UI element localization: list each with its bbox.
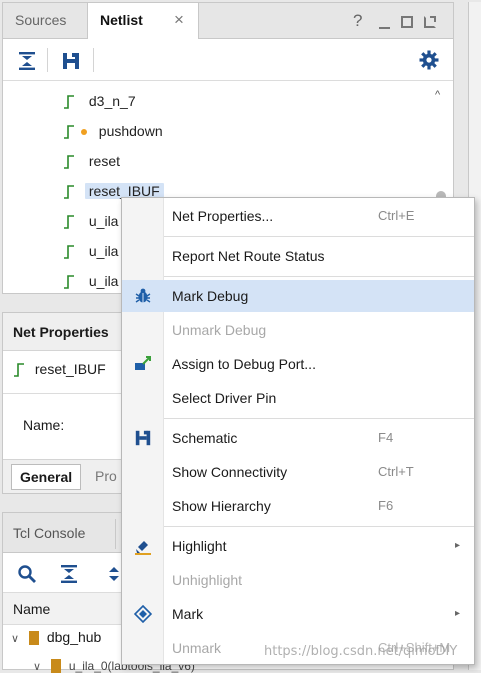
column-header-name[interactable]: Name <box>13 601 50 617</box>
net-icon <box>64 155 74 170</box>
menu-item-shortcut: F6 <box>378 498 394 513</box>
chevron-down-icon[interactable]: ∨ <box>11 633 19 645</box>
net-properties-title: Net Properties <box>13 324 109 340</box>
minimize-icon[interactable] <box>379 27 390 29</box>
dot-marker-icon <box>80 129 87 136</box>
tab-netlist[interactable]: Netlist × <box>87 3 199 39</box>
tab-properties[interactable]: Pro <box>95 468 117 484</box>
netlist-tabbar: Sources Netlist × ? <box>3 3 453 39</box>
menu-separator <box>164 418 474 419</box>
tcl-row-label: dbg_hub <box>46 629 102 645</box>
mark-icon <box>134 605 152 623</box>
menu-item-label: Unhighlight <box>172 572 243 588</box>
tree-row-label: d3_n_7 <box>88 93 136 109</box>
menu-separator <box>164 276 474 277</box>
menu-separator <box>164 526 474 527</box>
close-icon[interactable]: × <box>174 3 184 37</box>
menu-item-highlight[interactable]: Highlight ▸ <box>122 530 474 562</box>
menu-item-label: Highlight <box>172 538 227 554</box>
tree-row-reset[interactable]: reset <box>63 147 120 175</box>
toolbar-divider <box>47 48 48 72</box>
submenu-arrow-icon: ▸ <box>454 608 460 619</box>
menu-item-label: Show Hierarchy <box>172 498 271 514</box>
net-properties-net: reset_IBUF <box>13 361 106 378</box>
expand-all-icon[interactable] <box>107 564 121 584</box>
menu-item-label: Mark <box>172 606 204 622</box>
gear-icon[interactable] <box>419 50 439 70</box>
tree-row-label: u_ila <box>88 213 119 229</box>
menu-item-shortcut: Ctrl+E <box>378 208 415 223</box>
chevron-down-icon[interactable]: ∨ <box>33 661 41 673</box>
netlist-toolbar <box>3 39 453 81</box>
net-icon <box>64 185 74 200</box>
tree-row-u_ila[interactable]: u_ila <box>63 267 118 295</box>
schematic-icon <box>135 430 151 446</box>
context-menu: Net Properties... Ctrl+E Report Net Rout… <box>121 197 475 665</box>
tab-sources[interactable]: Sources <box>3 3 78 37</box>
net-icon <box>64 95 74 110</box>
collapse-all-icon[interactable] <box>59 564 79 584</box>
menu-item-label: Mark Debug <box>172 288 249 304</box>
highlight-icon <box>135 541 151 555</box>
tab-tcl-console[interactable]: Tcl Console <box>13 525 85 541</box>
menu-item-schematic[interactable]: Schematic F4 <box>122 422 474 454</box>
bug-icon <box>135 288 151 303</box>
menu-item-report-net-route-status[interactable]: Report Net Route Status <box>122 240 474 272</box>
name-field-label: Name: <box>23 417 65 433</box>
hierarchy-icon <box>28 631 39 646</box>
menu-item-label: Report Net Route Status <box>172 248 325 264</box>
submenu-arrow-icon: ▸ <box>454 540 460 551</box>
net-properties-net-name: reset_IBUF <box>34 361 106 377</box>
menu-item-mark[interactable]: Mark ▸ <box>122 598 474 630</box>
tree-row-label: u_ila <box>88 243 119 259</box>
float-icon-corner <box>430 16 436 22</box>
menu-item-shortcut: F4 <box>378 430 394 445</box>
menu-item-unmark-debug[interactable]: Unmark Debug <box>122 314 474 346</box>
net-icon <box>64 245 74 260</box>
tree-row-label: u_ila <box>88 273 119 289</box>
tcl-row[interactable]: ∨ dbg_hub <box>11 629 101 653</box>
tree-row-label: pushdown <box>98 123 163 139</box>
menu-item-label: Show Connectivity <box>172 464 288 480</box>
assign-debug-port-icon <box>135 356 151 370</box>
tree-row-u_ila[interactable]: u_ila <box>63 207 118 235</box>
tree-row-u_ila[interactable]: u_ila <box>63 237 118 265</box>
net-icon <box>64 215 74 230</box>
scroll-up-arrow[interactable]: ^ <box>435 89 440 101</box>
menu-item-mark-debug[interactable]: Mark Debug <box>122 280 474 312</box>
hierarchy-icon <box>50 659 61 673</box>
maximize-icon[interactable] <box>401 16 413 28</box>
net-icon <box>64 125 74 140</box>
toolbar-divider <box>93 48 94 72</box>
menu-item-select-driver-pin[interactable]: Select Driver Pin <box>122 382 474 414</box>
menu-item-label: Select Driver Pin <box>172 390 277 406</box>
tree-row-label: reset <box>88 153 121 169</box>
menu-item-shortcut: Ctrl+T <box>378 464 414 479</box>
schematic-icon[interactable] <box>61 51 81 71</box>
tab-divider <box>115 519 116 549</box>
menu-item-label: Net Properties... <box>172 208 274 224</box>
menu-item-label: Schematic <box>172 430 238 446</box>
net-icon <box>14 363 24 378</box>
search-icon[interactable] <box>17 564 37 584</box>
menu-item-show-connectivity[interactable]: Show Connectivity Ctrl+T <box>122 456 474 488</box>
menu-item-label: Unmark <box>172 640 222 656</box>
collapse-all-icon[interactable] <box>17 51 37 71</box>
menu-item-net-properties[interactable]: Net Properties... Ctrl+E <box>122 200 474 232</box>
menu-item-label: Assign to Debug Port... <box>172 356 316 372</box>
tree-row-pushdown[interactable]: pushdown <box>63 117 163 145</box>
menu-item-unhighlight[interactable]: Unhighlight <box>122 564 474 596</box>
menu-item-assign-to-debug-port[interactable]: Assign to Debug Port... <box>122 348 474 380</box>
tree-row-d3_n_7[interactable]: d3_n_7 <box>63 87 136 115</box>
tab-general[interactable]: General <box>11 464 82 490</box>
watermark: https://blog.csdn.net/qimoDIY <box>264 644 458 659</box>
net-icon <box>64 275 74 290</box>
help-icon[interactable]: ? <box>353 11 362 31</box>
menu-item-label: Unmark Debug <box>172 322 267 338</box>
tab-netlist-label: Netlist <box>100 12 143 28</box>
menu-separator <box>164 236 474 237</box>
menu-item-show-hierarchy[interactable]: Show Hierarchy F6 <box>122 490 474 522</box>
